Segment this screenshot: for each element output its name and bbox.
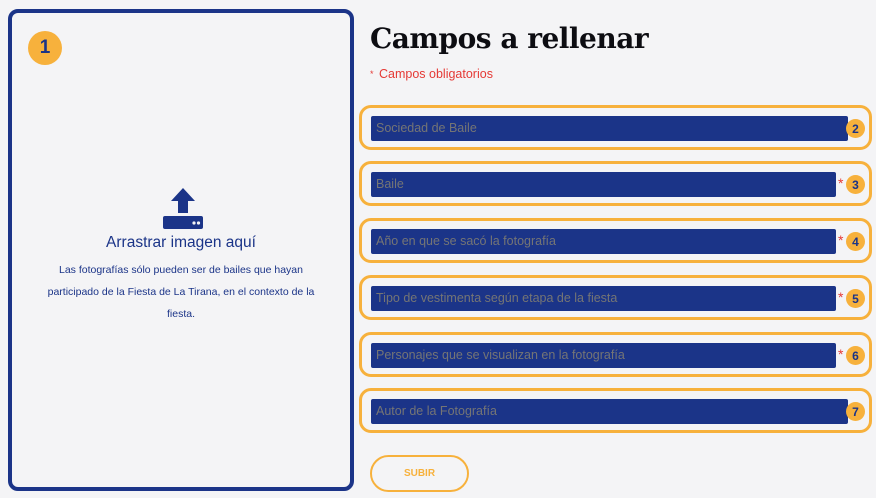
required-asterisk: * [838, 175, 844, 191]
required-note-label: Campos obligatorios [379, 67, 493, 81]
autor-fotografia-input[interactable] [371, 399, 848, 424]
field-baile: * 3 [359, 161, 872, 206]
step-badge-2: 2 [846, 119, 865, 138]
sociedad-de-baile-input[interactable] [371, 116, 848, 141]
required-asterisk: * [838, 346, 844, 362]
step-badge-6: 6 [846, 346, 865, 365]
personajes-input[interactable] [371, 343, 836, 368]
required-asterisk: * [838, 289, 844, 305]
required-asterisk: * [838, 232, 844, 248]
field-autor-fotografia: 7 [359, 388, 872, 433]
tipo-vestimenta-input[interactable] [371, 286, 836, 311]
submit-button[interactable]: SUBIR [370, 455, 469, 492]
dropzone-hint: Las fotografías sólo pueden ser de baile… [47, 264, 315, 320]
field-ano-fotografia: * 4 [359, 218, 872, 263]
step-badge-1: 1 [28, 31, 62, 65]
step-badge-7: 7 [846, 402, 865, 421]
step-badge-4: 4 [846, 232, 865, 251]
dropzone-title: Arrastrar imagen aquí [106, 234, 256, 251]
baile-input[interactable] [371, 172, 836, 197]
step-badge-5: 5 [846, 289, 865, 308]
image-dropzone[interactable]: 1 Arrastrar imagen aquí Las fotografías … [8, 9, 354, 491]
field-sociedad-de-baile: 2 [359, 105, 872, 150]
ano-fotografia-input[interactable] [371, 229, 836, 254]
required-asterisk: * [370, 69, 374, 79]
upload-icon [163, 188, 203, 229]
form-title: Campos a rellenar [370, 22, 649, 55]
upload-form-page: 1 Arrastrar imagen aquí Las fotografías … [0, 0, 876, 498]
field-personajes: * 6 [359, 332, 872, 377]
step-badge-3: 3 [846, 175, 865, 194]
field-tipo-vestimenta: * 5 [359, 275, 872, 320]
required-note: * Campos obligatorios [370, 67, 493, 81]
